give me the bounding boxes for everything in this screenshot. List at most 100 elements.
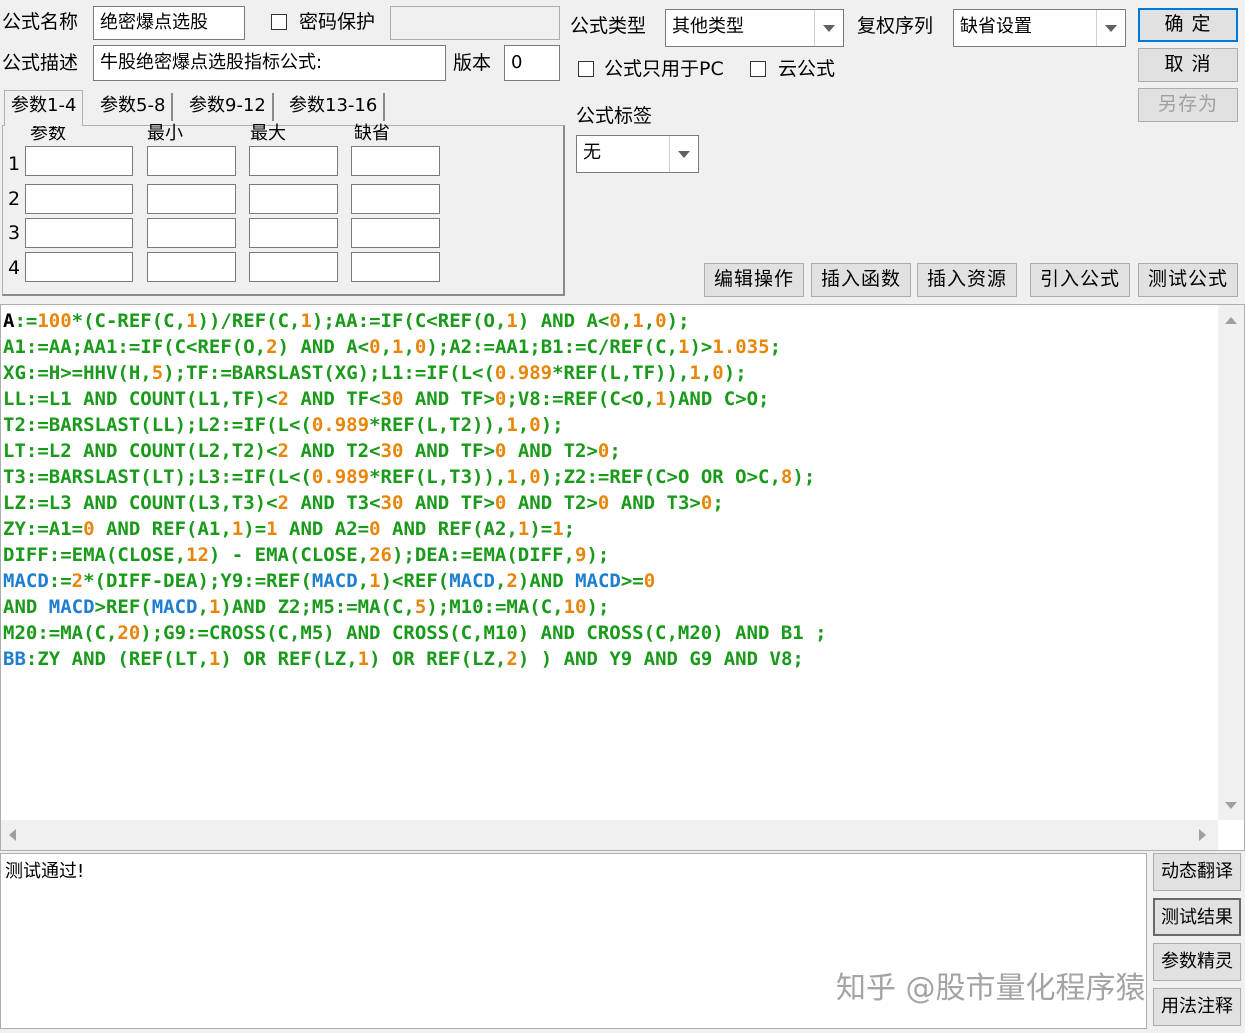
formula-type-value: 其他类型 — [672, 16, 744, 37]
code-token: 30 — [380, 388, 404, 410]
password-input[interactable] — [390, 6, 560, 40]
tab-params-1-4[interactable]: 参数1-4 — [4, 90, 84, 126]
code-token: 1 — [506, 310, 518, 332]
cloud-label: 云公式 — [778, 58, 836, 80]
test-result-text: 测试通过! — [5, 861, 85, 882]
code-line: LL:=L1 AND COUNT(L1,TF)<2 AND TF<30 AND … — [3, 386, 770, 412]
code-token: 0 — [494, 440, 507, 462]
code-editor[interactable]: A:=100*(C-REF(C,1))/REF(C,1);AA:=IF(C<RE… — [0, 304, 1245, 851]
code-token: M20:=MA(C, — [3, 622, 118, 644]
code-token: 0 — [529, 414, 541, 436]
code-token: 1 — [266, 518, 278, 540]
code-token: 2 — [71, 570, 84, 592]
horizontal-scrollbar[interactable] — [1, 820, 1218, 850]
param-wizard-button[interactable]: 参数精灵 — [1153, 943, 1241, 981]
param-2-max[interactable] — [249, 184, 338, 214]
code-token: >REF( — [94, 596, 152, 618]
tag-select[interactable]: 无 — [576, 135, 699, 173]
code-token: ZY:=A1= — [3, 518, 84, 540]
vertical-scrollbar[interactable] — [1218, 305, 1244, 820]
insert-function-button[interactable]: 插入函数 — [811, 263, 911, 297]
password-checkbox[interactable] — [271, 14, 287, 30]
code-token: 0 — [643, 570, 656, 592]
formula-type-select[interactable]: 其他类型 — [665, 9, 844, 47]
code-token: 1 — [300, 310, 312, 332]
code-token: 10 — [563, 596, 587, 618]
param-4-max[interactable] — [249, 252, 338, 282]
code-line: M20:=MA(C,20);G9:=CROSS(C,M5) AND CROSS(… — [3, 620, 827, 646]
test-result-button[interactable]: 测试结果 — [1153, 898, 1241, 936]
param-3-name[interactable] — [25, 218, 133, 248]
code-token: AND REF(A1, — [94, 518, 232, 540]
param-2-name[interactable] — [25, 184, 133, 214]
code-token: 5 — [151, 362, 164, 384]
param-4-name[interactable] — [25, 252, 133, 282]
chevron-down-icon — [669, 136, 698, 172]
chevron-down-icon — [1096, 10, 1125, 46]
ok-button[interactable]: 确 定 — [1138, 8, 1238, 42]
code-token: 26 — [369, 544, 392, 566]
cancel-button[interactable]: 取 消 — [1138, 48, 1238, 82]
scroll-left-icon[interactable] — [9, 829, 16, 841]
code-token: ); — [666, 310, 690, 332]
code-token: 2 — [506, 648, 518, 670]
param-2-min[interactable] — [147, 184, 236, 214]
code-token: AND A2= — [277, 518, 370, 540]
code-token: DIFF:=EMA(CLOSE, — [3, 544, 187, 566]
code-line: AND MACD>REF(MACD,1)AND Z2;M5:=MA(C,5);M… — [3, 594, 609, 620]
param-3-max[interactable] — [249, 218, 338, 248]
scroll-up-icon[interactable] — [1225, 317, 1237, 324]
param-3-min[interactable] — [147, 218, 236, 248]
usage-notes-button[interactable]: 用法注释 — [1153, 988, 1241, 1026]
test-formula-button[interactable]: 测试公式 — [1138, 263, 1238, 297]
code-token: ) - EMA(CLOSE, — [208, 544, 370, 566]
cloud-checkbox[interactable] — [750, 61, 766, 77]
param-1-default[interactable] — [351, 146, 440, 176]
rights-select[interactable]: 缺省设置 — [953, 9, 1126, 47]
tab-params-13-16[interactable]: 参数13-16 — [283, 93, 386, 121]
code-line: A:=100*(C-REF(C,1))/REF(C,1);AA:=IF(C<RE… — [3, 308, 690, 334]
code-token: 1 — [506, 414, 518, 436]
code-token: 0 — [700, 492, 713, 514]
version-input[interactable]: 0 — [504, 45, 560, 81]
code-token: AND TF> — [403, 388, 495, 410]
pc-only-checkbox[interactable] — [578, 61, 594, 77]
code-token: );G9:=CROSS(C,M5) AND CROSS(C,M10) AND C… — [140, 622, 827, 644]
dynamic-translate-button[interactable]: 动态翻译 — [1153, 853, 1241, 891]
code-token: , — [380, 336, 392, 358]
tab-params-5-8[interactable]: 参数5-8 — [94, 93, 174, 121]
insert-resource-button[interactable]: 插入资源 — [917, 263, 1017, 297]
formula-name-input[interactable]: 绝密爆点选股 — [93, 6, 245, 40]
code-token: );Z2:=REF(C>O OR O>C, — [540, 466, 781, 488]
param-1-min[interactable] — [147, 146, 236, 176]
code-token: ) OR REF(LZ, — [369, 648, 507, 670]
code-token: 1.035 — [712, 336, 770, 358]
code-token: , — [494, 570, 507, 592]
param-4-min[interactable] — [147, 252, 236, 282]
scroll-down-icon[interactable] — [1225, 802, 1237, 809]
param-1-max[interactable] — [249, 146, 338, 176]
code-token: );A2:=AA1;B1:=C/REF(C, — [426, 336, 679, 358]
edit-ops-button[interactable]: 编辑操作 — [704, 263, 804, 297]
scroll-right-icon[interactable] — [1199, 829, 1206, 841]
param-3-default[interactable] — [351, 218, 440, 248]
tab-params-9-12[interactable]: 参数9-12 — [183, 93, 274, 121]
code-token: 5 — [414, 596, 427, 618]
formula-desc-input[interactable]: 牛股绝密爆点选股指标公式: — [93, 45, 446, 81]
code-token: , — [197, 596, 209, 618]
code-token: :ZY AND (REF(LT, — [25, 648, 209, 670]
param-1-name[interactable] — [25, 146, 133, 176]
code-line: XG:=H>=HHV(H,5);TF:=BARSLAST(XG);L1:=IF(… — [3, 360, 747, 386]
code-token: AND T2> — [506, 492, 598, 514]
param-2-default[interactable] — [351, 184, 440, 214]
code-token: 2 — [506, 570, 518, 592]
code-token: ); — [540, 414, 564, 436]
code-area[interactable]: A:=100*(C-REF(C,1))/REF(C,1);AA:=IF(C<RE… — [1, 305, 1216, 820]
param-row-label: 1 — [8, 153, 21, 175]
import-formula-button[interactable]: 引入公式 — [1030, 263, 1130, 297]
param-row-label: 4 — [8, 257, 21, 279]
param-4-default[interactable] — [351, 252, 440, 282]
version-label: 版本 — [453, 52, 492, 74]
save-as-button[interactable]: 另存为 — [1138, 88, 1238, 122]
code-token: *REF(L,T3)), — [369, 466, 507, 488]
